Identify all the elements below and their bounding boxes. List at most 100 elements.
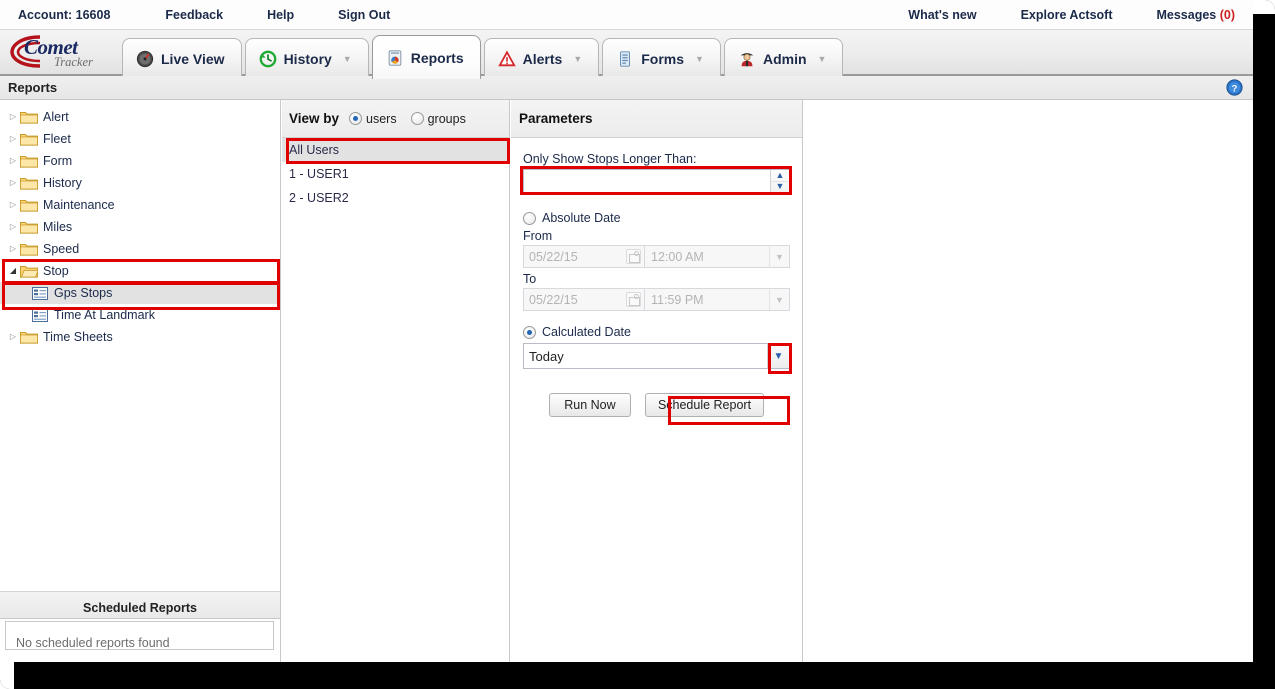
triangle-right-icon[interactable]: ▷ <box>6 135 20 143</box>
chevron-down-icon[interactable]: ▼ <box>769 289 789 310</box>
schedule-report-button[interactable]: Schedule Report <box>644 393 765 417</box>
parameters-button-row: Run Now Schedule Report <box>523 393 790 417</box>
gauge-icon <box>136 50 154 68</box>
to-date-value: 05/22/15 <box>529 292 578 307</box>
chevron-down-icon[interactable]: ▼ <box>769 246 789 267</box>
user-list-item[interactable]: 1 - USER1 <box>282 162 509 186</box>
tree-node-label: Maintenance <box>43 198 115 212</box>
tab-reports[interactable]: Reports <box>371 35 481 79</box>
absolute-date-label: Absolute Date <box>542 211 621 225</box>
radio-users-icon <box>349 112 363 125</box>
spinner-up-button[interactable]: ▲ <box>771 170 789 182</box>
help-link[interactable]: Help <box>267 8 294 22</box>
svg-text:?: ? <box>1232 83 1238 93</box>
triangle-right-icon[interactable]: ▷ <box>6 333 20 341</box>
warning-triangle-icon <box>497 50 516 67</box>
tree-node-label: Alert <box>43 110 69 124</box>
tree-node-label: Gps Stops <box>54 286 113 300</box>
stops-longer-spinner[interactable]: ▲ ▼ <box>523 169 790 193</box>
to-time-field[interactable]: 11:59 PM ▼ <box>645 288 790 311</box>
whats-new-link[interactable]: What's new <box>908 8 976 22</box>
explore-actsoft-link[interactable]: Explore Actsoft <box>1021 8 1113 22</box>
chevron-down-icon: ▼ <box>573 53 583 64</box>
tree-folder-fleet[interactable]: ▷ Fleet <box>0 128 280 150</box>
chevron-down-icon[interactable]: ▼ <box>767 344 789 368</box>
tree-folder-maintenance[interactable]: ▷ Maintenance <box>0 194 280 216</box>
user-list-item[interactable]: 2 - USER2 <box>282 186 509 210</box>
from-time-field[interactable]: 12:00 AM ▼ <box>645 245 790 268</box>
absolute-date-radio[interactable]: Absolute Date <box>523 211 790 225</box>
window-frame-bottom <box>0 662 1275 689</box>
tree-report-time-at-landmark[interactable]: Time At Landmark <box>0 304 280 326</box>
tree-folder-stop[interactable]: ◢ Stop <box>0 260 280 282</box>
spinner-down-button[interactable]: ▼ <box>771 182 789 193</box>
logo-secondary-text: Tracker <box>54 55 93 69</box>
triangle-down-icon[interactable]: ◢ <box>6 267 20 275</box>
clock-icon <box>259 50 276 68</box>
tree-node-label: Speed <box>43 242 80 256</box>
scheduled-reports-empty-text: No scheduled reports found <box>16 636 170 650</box>
main-tab-strip: Comet Tracker Live View History ▼ Report… <box>0 30 1253 79</box>
messages-link[interactable]: Messages (0) <box>1156 8 1235 22</box>
calendar-icon[interactable] <box>626 292 641 307</box>
from-date-field[interactable]: 05/22/15 <box>523 245 645 268</box>
tab-admin[interactable]: Admin ▼ <box>723 38 844 79</box>
tree-node-label: Fleet <box>43 132 71 146</box>
parameters-panel: Parameters Only Show Stops Longer Than: … <box>511 100 803 662</box>
tab-history[interactable]: History ▼ <box>244 38 369 79</box>
tab-forms[interactable]: Forms ▼ <box>602 38 721 79</box>
report-tree: ▷ Alert ▷ Fleet ▷ Form ▷ History ▷ Maintenance ▷ Mi… <box>0 100 280 495</box>
tree-folder-time-sheets[interactable]: ▷ Time Sheets <box>0 326 280 348</box>
triangle-right-icon[interactable]: ▷ <box>6 113 20 121</box>
report-item-icon <box>32 308 48 322</box>
calendar-icon[interactable] <box>626 249 641 264</box>
tree-report-gps-stops[interactable]: Gps Stops <box>0 282 280 304</box>
scheduled-reports-header: Scheduled Reports <box>0 591 280 619</box>
tree-node-label: Form <box>43 154 73 168</box>
feedback-link[interactable]: Feedback <box>165 8 223 22</box>
tab-live-view[interactable]: Live View <box>122 38 242 79</box>
tab-history-label: History <box>283 51 332 67</box>
account-bar-left: Account: 16608 Feedback Help Sign Out <box>18 0 434 30</box>
folder-open-icon <box>20 266 38 278</box>
help-circle-icon[interactable]: ? <box>1226 79 1243 96</box>
triangle-right-icon[interactable]: ▷ <box>6 179 20 187</box>
to-date-field[interactable]: 05/22/15 <box>523 288 645 311</box>
triangle-right-icon[interactable]: ▷ <box>6 245 20 253</box>
calculated-date-radio[interactable]: Calculated Date <box>523 325 790 339</box>
tab-alerts[interactable]: Alerts ▼ <box>483 38 600 79</box>
scheduled-reports-list: No scheduled reports found <box>5 621 274 650</box>
report-icon <box>388 49 402 66</box>
app-window: Account: 16608 Feedback Help Sign Out Wh… <box>0 0 1275 689</box>
user-list-item-label: 1 - USER1 <box>289 167 349 181</box>
triangle-right-icon[interactable]: ▷ <box>6 201 20 209</box>
tree-folder-form[interactable]: ▷ Form <box>0 150 280 172</box>
radio-calculated-date-icon <box>523 325 536 339</box>
tree-folder-history[interactable]: ▷ History <box>0 172 280 194</box>
stops-longer-input[interactable] <box>524 170 770 192</box>
tree-folder-speed[interactable]: ▷ Speed <box>0 238 280 260</box>
user-admin-icon <box>740 53 754 67</box>
view-by-groups-radio[interactable]: groups <box>410 112 466 126</box>
view-by-users-radio[interactable]: users <box>349 112 397 126</box>
calculated-date-select[interactable]: Today ▼ <box>523 343 790 369</box>
user-list-item[interactable]: All Users <box>282 138 509 162</box>
from-date-row: 05/22/15 12:00 AM ▼ <box>523 245 790 268</box>
tree-folder-miles[interactable]: ▷ Miles <box>0 216 280 238</box>
comet-tracker-logo[interactable]: Comet Tracker <box>8 33 120 73</box>
view-by-bar: View by users groups <box>282 100 509 138</box>
user-list-item-label: All Users <box>289 143 340 157</box>
calculated-date-value: Today <box>529 348 564 364</box>
to-label: To <box>523 272 537 286</box>
run-now-button[interactable]: Run Now <box>548 393 631 417</box>
browser-stage: Account: 16608 Feedback Help Sign Out Wh… <box>0 0 1253 662</box>
to-time-value: 11:59 PM <box>651 292 704 307</box>
stops-longer-spin-buttons[interactable]: ▲ ▼ <box>770 170 789 192</box>
users-panel: View by users groups All Users 1 - USER1 2… <box>282 100 510 662</box>
tree-folder-alert[interactable]: ▷ Alert <box>0 106 280 128</box>
triangle-right-icon[interactable]: ▷ <box>6 223 20 231</box>
sign-out-link[interactable]: Sign Out <box>338 8 390 22</box>
report-tree-panel: ▷ Alert ▷ Fleet ▷ Form ▷ History ▷ Maintenance ▷ Mi… <box>0 100 281 662</box>
triangle-right-icon[interactable]: ▷ <box>6 157 20 165</box>
folder-icon <box>20 134 38 146</box>
